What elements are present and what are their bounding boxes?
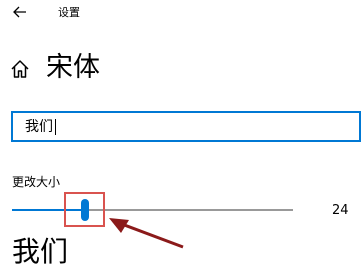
back-arrow-icon — [13, 6, 26, 18]
app-title: 设置 — [58, 6, 80, 19]
home-button[interactable] — [9, 58, 31, 80]
slider-track-rest — [89, 209, 293, 211]
slider-track-filled — [12, 209, 81, 211]
font-preview-text: 我们 — [12, 235, 69, 268]
annotation-arrow-icon — [109, 218, 184, 249]
preview-input-value: 我们 — [25, 119, 53, 135]
font-size-value: 24 — [332, 203, 349, 218]
home-icon — [11, 60, 29, 78]
text-caret — [55, 119, 56, 135]
back-button[interactable] — [8, 2, 32, 22]
change-size-label: 更改大小 — [12, 175, 61, 189]
page-title: 宋体 — [46, 52, 100, 83]
slider-thumb[interactable] — [81, 199, 89, 221]
preview-text-input[interactable]: 我们 — [11, 111, 361, 142]
